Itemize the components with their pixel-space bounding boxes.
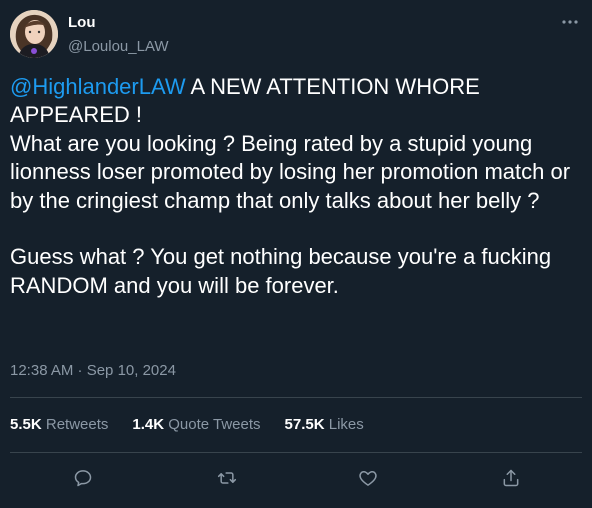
share-icon bbox=[503, 469, 519, 487]
share-button[interactable] bbox=[497, 464, 525, 492]
retweets-stat[interactable]: 5.5K Retweets bbox=[10, 416, 108, 433]
likes-stat[interactable]: 57.5K Likes bbox=[285, 416, 364, 433]
tweet-timestamp[interactable]: 12:38 AM · Sep 10, 2024 bbox=[10, 362, 176, 379]
reply-icon bbox=[74, 470, 92, 487]
like-button[interactable] bbox=[354, 464, 382, 492]
like-icon bbox=[359, 471, 377, 486]
retweet-icon bbox=[217, 472, 237, 484]
tweet-body: A NEW ATTENTION WHORE APPEARED ! What ar… bbox=[10, 74, 571, 298]
tweet-card: Lou @Loulou_LAW @HighlanderLAW A NEW ATT… bbox=[0, 0, 592, 508]
engagement-stats: 5.5K Retweets 1.4K Quote Tweets 57.5K Li… bbox=[10, 416, 388, 433]
divider bbox=[10, 452, 582, 453]
more-options-button[interactable] bbox=[558, 12, 582, 32]
likes-label: Likes bbox=[328, 416, 364, 433]
retweets-label: Retweets bbox=[45, 416, 109, 433]
author-handle[interactable]: @Loulou_LAW bbox=[68, 38, 169, 55]
retweet-button[interactable] bbox=[213, 464, 241, 492]
tweet-header: Lou @Loulou_LAW bbox=[10, 10, 582, 60]
quote-tweets-count: 1.4K bbox=[132, 416, 165, 433]
quote-tweets-label: Quote Tweets bbox=[168, 416, 261, 433]
likes-count: 57.5K bbox=[284, 416, 325, 433]
quote-tweets-stat[interactable]: 1.4K Quote Tweets bbox=[132, 416, 260, 433]
action-bar bbox=[0, 458, 592, 498]
author-name[interactable]: Lou bbox=[68, 14, 96, 31]
tweet-text: @HighlanderLAW A NEW ATTENTION WHORE APP… bbox=[10, 73, 582, 300]
divider bbox=[10, 397, 582, 398]
mention-link[interactable]: @HighlanderLAW bbox=[10, 74, 186, 99]
avatar[interactable] bbox=[10, 10, 58, 58]
reply-button[interactable] bbox=[69, 464, 97, 492]
more-icon bbox=[562, 20, 578, 24]
profile-photo-icon bbox=[10, 10, 58, 58]
retweets-count: 5.5K bbox=[10, 416, 42, 433]
